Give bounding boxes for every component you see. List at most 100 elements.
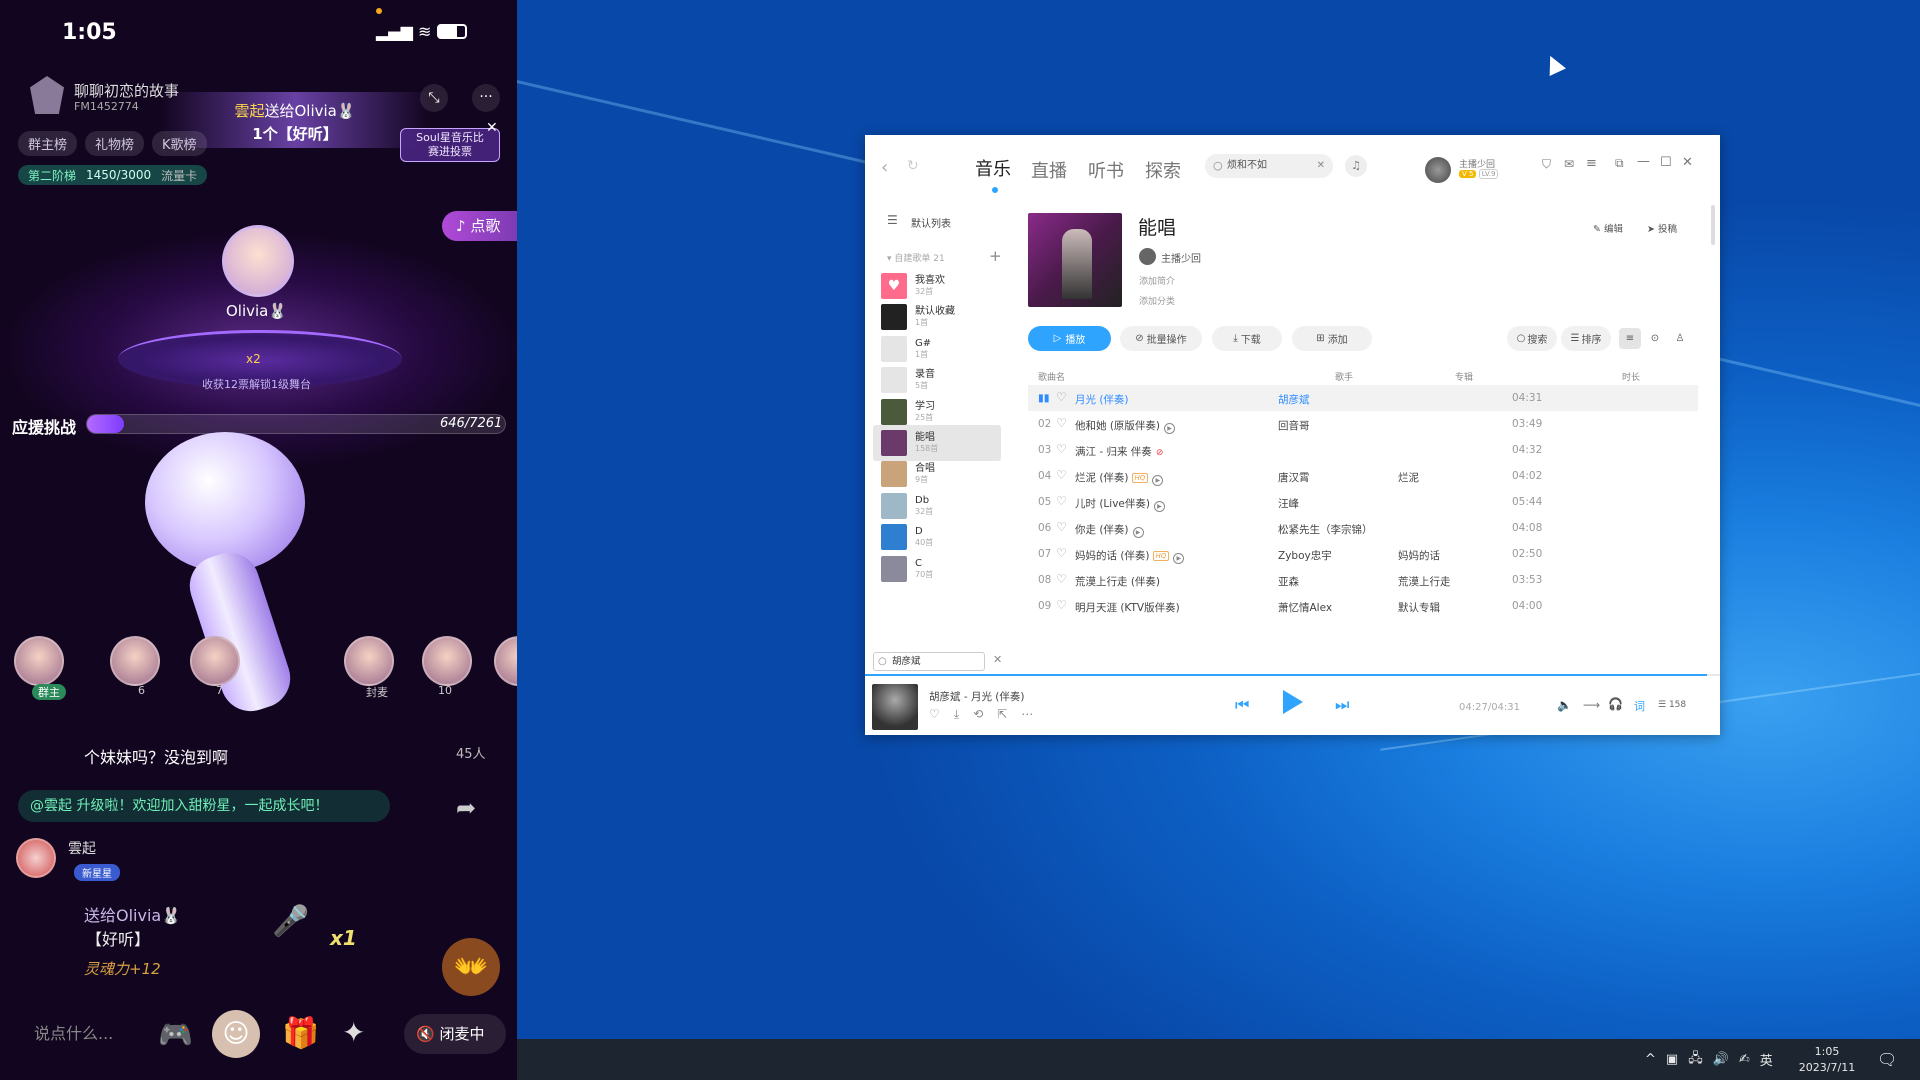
owner-name[interactable]: 主播少回 bbox=[1161, 250, 1201, 265]
tab-music[interactable]: 音乐 bbox=[975, 155, 1011, 181]
tab-ksong-rank[interactable]: K歌榜 bbox=[152, 131, 207, 156]
now-playing-title[interactable]: 胡彦斌 - 月光 (伴奏) bbox=[929, 689, 1025, 704]
table-row[interactable]: 06 ♡ 你走 (伴奏) ▶ 松紧先生（李宗锦） 04:08 bbox=[1028, 515, 1698, 541]
volume-icon[interactable]: 🔈 bbox=[1557, 698, 1572, 712]
song-album[interactable]: 荒漠上行走 bbox=[1398, 574, 1451, 589]
song-album[interactable]: 烂泥 bbox=[1398, 470, 1419, 485]
sound-effect-icon[interactable]: 🎧 bbox=[1608, 697, 1623, 711]
mv-icon[interactable]: ▶ bbox=[1132, 527, 1144, 538]
song-artist[interactable]: 回音哥 bbox=[1278, 418, 1310, 433]
previous-icon[interactable]: ⏮ bbox=[1235, 695, 1249, 715]
playlist-queue-button[interactable]: ☰ 158 bbox=[1658, 700, 1686, 710]
table-row[interactable]: 02 ♡ 他和她 (原版伴奏) ▶ 回音哥 03:49 bbox=[1028, 411, 1698, 437]
table-row[interactable]: 07 ♡ 妈妈的话 (伴奏) HQ ▶ Zyboy忠宇 妈妈的话 02:50 bbox=[1028, 541, 1698, 567]
close-icon[interactable]: ✕ bbox=[1682, 155, 1693, 170]
share-icon[interactable]: ➦ bbox=[456, 794, 476, 822]
speaker-icon[interactable]: 🔊 bbox=[1713, 1052, 1729, 1067]
table-row[interactable]: 08 ♡ 荒漠上行走 (伴奏) 亚森 荒漠上行走 03:53 bbox=[1028, 567, 1698, 593]
mv-icon[interactable]: ▶ bbox=[1152, 475, 1164, 486]
play-mode-icon[interactable]: ⟶ bbox=[1583, 698, 1600, 712]
list-search-button[interactable]: ○ 搜索 bbox=[1507, 326, 1557, 351]
chat-input[interactable]: 说点什么... bbox=[18, 1014, 148, 1054]
tab-audiobook[interactable]: 听书 bbox=[1088, 157, 1124, 183]
tab-live[interactable]: 直播 bbox=[1031, 157, 1067, 183]
song-artist[interactable]: 汪峰 bbox=[1278, 496, 1299, 511]
share-icon[interactable]: ⇱ bbox=[997, 707, 1021, 721]
refresh-icon[interactable]: ↻ bbox=[907, 158, 919, 174]
chevron-up-icon[interactable]: ^ bbox=[1645, 1052, 1656, 1067]
like-icon[interactable]: ♡ bbox=[929, 707, 954, 721]
sidebar-playlist-item[interactable]: 合唱 9首 bbox=[873, 456, 1001, 492]
download-icon[interactable]: ⤓ bbox=[954, 707, 973, 721]
game-icon[interactable]: 🎮 bbox=[158, 1018, 193, 1051]
add-playlist-icon[interactable]: + bbox=[989, 247, 1002, 265]
lyrics-icon[interactable]: 词 bbox=[1634, 698, 1645, 714]
more-icon[interactable]: ··· bbox=[472, 84, 500, 112]
owner-avatar[interactable] bbox=[1139, 248, 1156, 265]
voice-search-icon[interactable]: ♫ bbox=[1345, 155, 1367, 177]
song-album[interactable]: 默认专辑 bbox=[1398, 600, 1440, 615]
seat-avatar[interactable] bbox=[190, 636, 240, 686]
like-icon[interactable]: ♡ bbox=[1056, 572, 1067, 586]
clock[interactable]: 1:05 2023/7/11 bbox=[1792, 1039, 1862, 1080]
sidebar-playlist-item[interactable]: C 70首 bbox=[873, 551, 1001, 587]
mv-icon[interactable]: ▶ bbox=[1173, 553, 1185, 564]
tab-explore[interactable]: 探索 bbox=[1145, 157, 1181, 183]
badge-close-icon[interactable]: ✕ bbox=[486, 120, 498, 136]
loop-one-icon[interactable]: ⟲ bbox=[973, 707, 997, 721]
fan-club-icon[interactable]: ✦ bbox=[342, 1016, 365, 1049]
tab-group-rank[interactable]: 群主榜 bbox=[18, 131, 78, 156]
like-icon[interactable]: ♡ bbox=[1056, 546, 1067, 560]
sidebar-search-input[interactable]: ○ 胡彦斌 bbox=[873, 652, 985, 671]
column-duration[interactable]: 时长 bbox=[1622, 370, 1640, 383]
search-clear-icon[interactable]: ✕ bbox=[1317, 154, 1325, 178]
gift-icon[interactable]: 🎁 bbox=[282, 1016, 319, 1051]
host-avatar[interactable] bbox=[222, 225, 294, 297]
emoji-icon[interactable]: ☺ bbox=[212, 1010, 260, 1058]
add-intro-link[interactable]: 添加简介 bbox=[1139, 274, 1175, 287]
network-icon[interactable]: 🖧 bbox=[1688, 1049, 1703, 1071]
locate-icon[interactable]: ⊙ bbox=[1644, 328, 1666, 349]
seat-avatar[interactable] bbox=[110, 636, 160, 686]
table-row[interactable]: 09 ♡ 明月天涯 (KTV版伴奏) 萧忆情Alex 默认专辑 04:00 bbox=[1028, 593, 1698, 619]
song-artist[interactable]: 亚森 bbox=[1278, 574, 1299, 589]
minimize-icon[interactable]: — bbox=[1637, 154, 1650, 169]
table-row[interactable]: 03 ♡ 满江 - 归来 伴奏 ⊘ 04:32 bbox=[1028, 437, 1698, 463]
list-view-icon[interactable]: ≡ bbox=[1619, 328, 1641, 349]
contribute-button[interactable]: ➤ 投稿 bbox=[1647, 221, 1677, 235]
add-button[interactable]: ⊞ 添加 bbox=[1292, 326, 1372, 351]
list-scrollbar[interactable] bbox=[1711, 205, 1715, 245]
download-button[interactable]: ⤓ 下载 bbox=[1212, 326, 1282, 351]
playback-progress-track[interactable] bbox=[865, 674, 1720, 676]
seat-avatar[interactable] bbox=[494, 636, 517, 686]
like-icon[interactable]: ♡ bbox=[1056, 416, 1067, 430]
like-icon[interactable]: ♡ bbox=[1056, 442, 1067, 456]
like-icon[interactable]: ♡ bbox=[1056, 520, 1067, 534]
sort-button[interactable]: ☰ 排序 bbox=[1561, 326, 1611, 351]
tab-gift-rank[interactable]: 礼物榜 bbox=[85, 131, 145, 156]
back-icon[interactable]: ‹ bbox=[881, 157, 888, 178]
mail-icon[interactable]: ✉ bbox=[1564, 157, 1574, 171]
user-avatar[interactable] bbox=[16, 838, 56, 878]
user-avatar[interactable] bbox=[1425, 157, 1451, 183]
song-artist[interactable]: 松紧先生（李宗锦） bbox=[1278, 522, 1373, 537]
mv-icon[interactable]: ▶ bbox=[1153, 501, 1165, 512]
mic-toggle[interactable]: 🔇 闭麦中 bbox=[404, 1014, 506, 1054]
add-category-link[interactable]: 添加分类 bbox=[1139, 294, 1175, 307]
sidebar-playlist-item[interactable]: 录音 5首 bbox=[873, 362, 1001, 398]
soul-music-badge[interactable]: Soul星音乐比 赛进投票 bbox=[400, 128, 500, 162]
search-input[interactable]: ○ 烦和不如 ✕ bbox=[1205, 154, 1333, 178]
ime-indicator[interactable]: 英 bbox=[1760, 1050, 1773, 1069]
maximize-icon[interactable]: ☐ bbox=[1660, 155, 1672, 170]
seat-avatar[interactable] bbox=[14, 636, 64, 686]
hug-button[interactable]: 👐 bbox=[442, 938, 500, 996]
like-icon[interactable]: ♡ bbox=[1056, 598, 1067, 612]
song-artist[interactable]: 唐汉霄 bbox=[1278, 470, 1310, 485]
meeting-icon[interactable]: ▣ bbox=[1666, 1052, 1678, 1067]
mv-icon[interactable]: ▶ bbox=[1164, 423, 1176, 434]
play-pause-button[interactable] bbox=[1283, 690, 1303, 714]
sidebar-playlist-item[interactable]: D 40首 bbox=[873, 519, 1001, 555]
order-song-button[interactable]: ♪ 点歌 bbox=[442, 211, 517, 241]
seat-avatar[interactable] bbox=[422, 636, 472, 686]
person-icon[interactable]: ♙ bbox=[1669, 328, 1691, 349]
